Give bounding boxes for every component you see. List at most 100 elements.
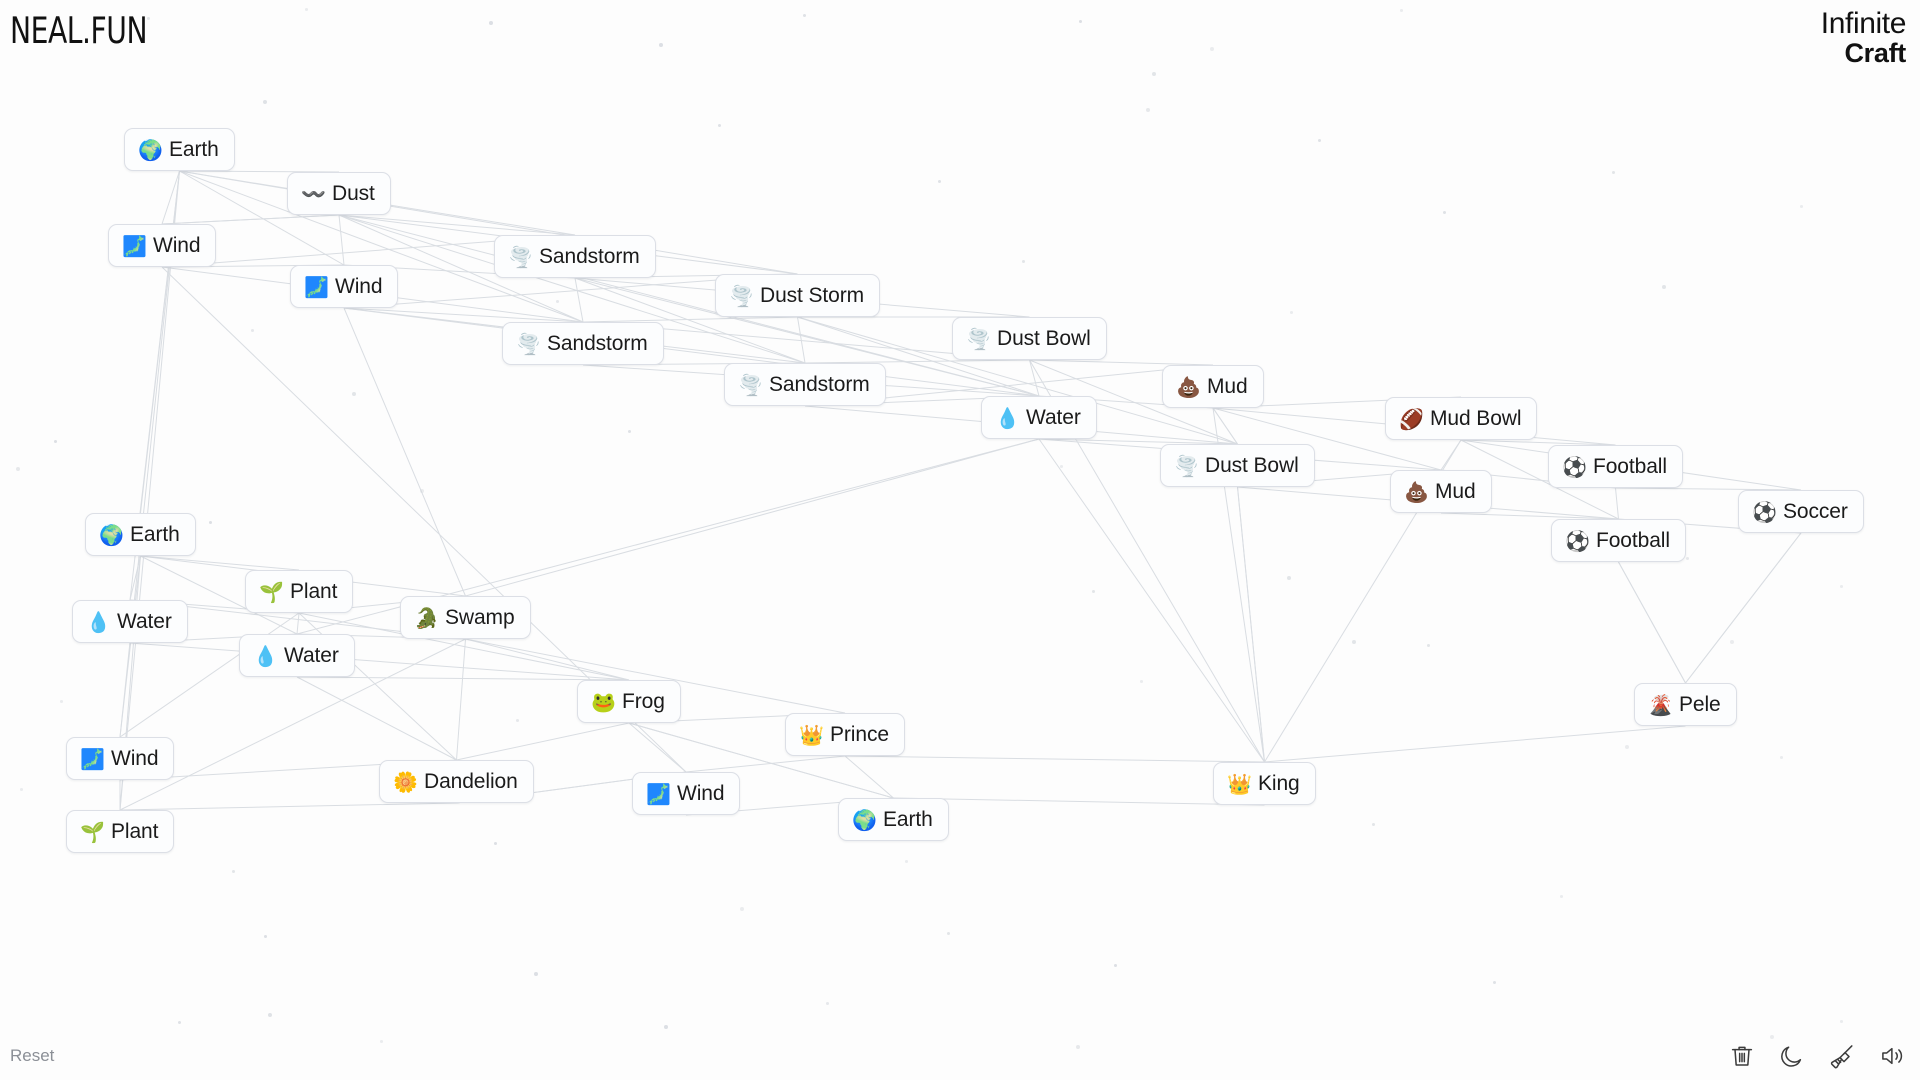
speaker-icon[interactable] xyxy=(1878,1042,1906,1070)
droplet-icon: 💧 xyxy=(86,609,111,634)
element-card-label: Earth xyxy=(130,522,180,546)
element-card-sandstorm[interactable]: 🌪️ Sandstorm xyxy=(502,322,664,365)
element-card-water[interactable]: 💧 Water xyxy=(981,396,1097,439)
seedling-icon: 🌱 xyxy=(259,579,284,604)
element-card-swamp[interactable]: 🐊 Swamp xyxy=(400,596,531,639)
frog-face-icon: 🐸 xyxy=(591,689,616,714)
element-card-label: Frog xyxy=(622,689,665,713)
earth-globe-icon: 🌍 xyxy=(99,522,124,547)
element-card-mud[interactable]: 💩 Mud xyxy=(1390,470,1492,513)
element-card-mud[interactable]: 💩 Mud xyxy=(1162,365,1264,408)
element-card-label: Water xyxy=(284,643,339,667)
crocodile-icon: 🐊 xyxy=(414,605,439,630)
element-card-pele[interactable]: 🌋 Pele xyxy=(1634,683,1737,726)
element-card-label: Plant xyxy=(111,819,159,843)
wind-map-icon: 🗾 xyxy=(122,233,147,258)
earth-globe-icon: 🌍 xyxy=(852,807,877,832)
element-card-label: Mud xyxy=(1435,479,1476,503)
element-card-plant[interactable]: 🌱 Plant xyxy=(66,810,175,853)
element-card-label: Prince xyxy=(830,722,889,746)
volcano-icon: 🌋 xyxy=(1648,692,1673,717)
element-card-king[interactable]: 👑 King xyxy=(1213,762,1316,805)
droplet-icon: 💧 xyxy=(995,405,1020,430)
bottom-toolbar xyxy=(1728,1042,1906,1070)
element-card-label: Dust Storm xyxy=(760,283,865,307)
element-card-label: Sandstorm xyxy=(547,331,648,355)
infinite-craft-board[interactable]: NEAL.FUN Infinite Craft 🌍 Earth 〰️ Dust 🗾 Win… xyxy=(0,0,1920,1080)
element-card-label: Wind xyxy=(335,274,383,298)
element-card-label: Wind xyxy=(111,746,159,770)
soccer-ball-icon: ⚽ xyxy=(1562,454,1587,479)
element-card-sandstorm[interactable]: 🌪️ Sandstorm xyxy=(494,235,656,278)
element-card-label: Earth xyxy=(883,807,933,831)
element-card-wind[interactable]: 🗾 Wind xyxy=(108,224,217,267)
soccer-ball-icon: ⚽ xyxy=(1752,499,1777,524)
mud-pile-icon: 💩 xyxy=(1176,374,1201,399)
element-card-label: Soccer xyxy=(1783,499,1848,523)
trash-icon[interactable] xyxy=(1728,1042,1756,1070)
soccer-ball-icon: ⚽ xyxy=(1565,528,1590,553)
moon-icon[interactable] xyxy=(1778,1042,1806,1070)
element-card-sandstorm[interactable]: 🌪️ Sandstorm xyxy=(724,363,886,406)
page-title-line2: Craft xyxy=(1844,38,1906,69)
tornado-icon: 🌪️ xyxy=(738,372,763,397)
earth-globe-icon: 🌍 xyxy=(138,137,163,162)
droplet-icon: 💧 xyxy=(253,643,278,668)
element-card-earth[interactable]: 🌍 Earth xyxy=(124,128,235,171)
neal-fun-logo[interactable]: NEAL.FUN xyxy=(10,10,148,53)
tornado-icon: 🌪️ xyxy=(966,326,991,351)
element-card-label: Mud Bowl xyxy=(1430,406,1522,430)
element-card-label: Plant xyxy=(290,579,338,603)
element-card-dust-bowl[interactable]: 🌪️ Dust Bowl xyxy=(1160,444,1315,487)
element-card-mud-bowl[interactable]: 🏈 Mud Bowl xyxy=(1385,397,1538,440)
element-card-earth[interactable]: 🌍 Earth xyxy=(838,798,949,841)
element-card-label: Water xyxy=(117,609,172,633)
page-title-line1: Infinite xyxy=(1820,7,1907,40)
reset-button[interactable]: Reset xyxy=(10,1046,54,1066)
element-card-label: Sandstorm xyxy=(769,372,870,396)
element-card-label: Dust Bowl xyxy=(997,326,1091,350)
element-card-frog[interactable]: 🐸 Frog xyxy=(577,680,681,723)
element-card-label: King xyxy=(1258,771,1300,795)
element-card-wind[interactable]: 🗾 Wind xyxy=(66,737,175,780)
element-card-dust-storm[interactable]: 🌪️ Dust Storm xyxy=(715,274,881,317)
element-card-label: Football xyxy=(1596,528,1670,552)
element-card-label: Dust Bowl xyxy=(1205,453,1299,477)
element-card-label: Mud xyxy=(1207,374,1248,398)
element-card-football[interactable]: ⚽ Football xyxy=(1551,519,1686,562)
tornado-icon: 🌪️ xyxy=(508,244,533,269)
element-card-soccer[interactable]: ⚽ Soccer xyxy=(1738,490,1864,533)
element-card-water[interactable]: 💧 Water xyxy=(239,634,355,677)
element-card-wind[interactable]: 🗾 Wind xyxy=(632,772,741,815)
element-card-football[interactable]: ⚽ Football xyxy=(1548,445,1683,488)
element-card-water[interactable]: 💧 Water xyxy=(72,600,188,643)
blossom-icon: 🌼 xyxy=(393,769,418,794)
wavy-dash-icon: 〰️ xyxy=(301,181,326,206)
tornado-icon: 🌪️ xyxy=(516,331,541,356)
element-card-label: Sandstorm xyxy=(539,244,640,268)
page-title: Infinite Craft xyxy=(1820,7,1907,69)
element-card-label: Wind xyxy=(677,781,725,805)
element-card-dust-bowl[interactable]: 🌪️ Dust Bowl xyxy=(952,317,1107,360)
element-card-label: Swamp xyxy=(445,605,515,629)
element-card-plant[interactable]: 🌱 Plant xyxy=(245,570,354,613)
element-card-wind[interactable]: 🗾 Wind xyxy=(290,265,399,308)
american-football-icon: 🏈 xyxy=(1399,406,1424,431)
element-card-label: Pele xyxy=(1679,692,1721,716)
element-card-label: Dust xyxy=(332,181,375,205)
crown-icon: 👑 xyxy=(1227,771,1252,796)
element-card-label: Wind xyxy=(153,233,201,257)
crown-icon: 👑 xyxy=(799,722,824,747)
element-card-dust[interactable]: 〰️ Dust xyxy=(287,172,391,215)
element-card-label: Dandelion xyxy=(424,769,518,793)
mud-pile-icon: 💩 xyxy=(1404,479,1429,504)
wind-map-icon: 🗾 xyxy=(646,781,671,806)
element-card-dandelion[interactable]: 🌼 Dandelion xyxy=(379,760,534,803)
tornado-icon: 🌪️ xyxy=(1174,453,1199,478)
element-card-label: Football xyxy=(1593,454,1667,478)
broom-icon[interactable] xyxy=(1828,1042,1856,1070)
element-card-earth[interactable]: 🌍 Earth xyxy=(85,513,196,556)
element-card-label: Earth xyxy=(169,137,219,161)
element-card-label: Water xyxy=(1026,405,1081,429)
element-card-prince[interactable]: 👑 Prince xyxy=(785,713,905,756)
